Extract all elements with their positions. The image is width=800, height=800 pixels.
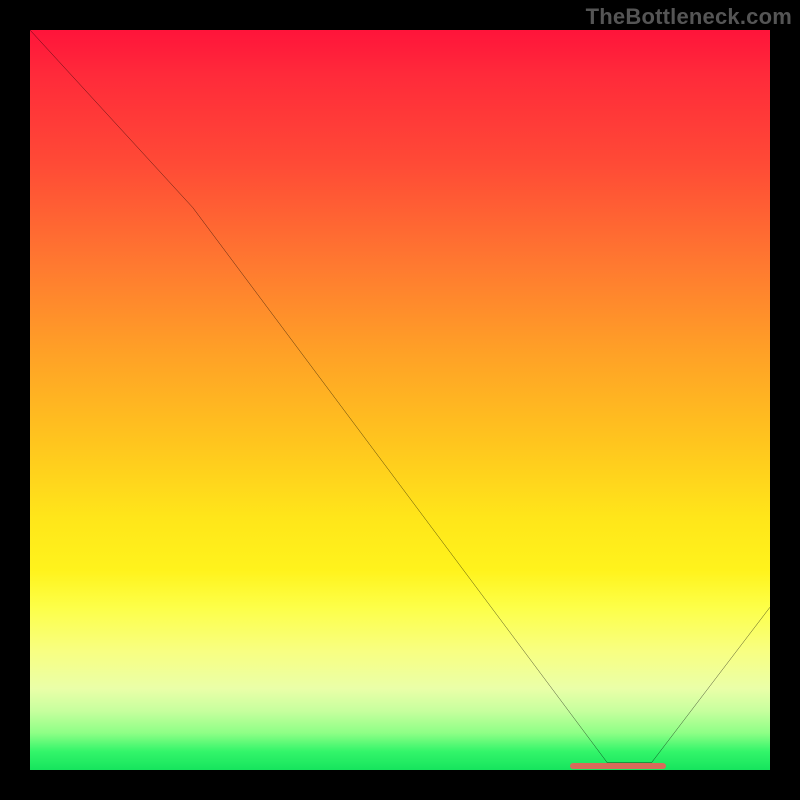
chart-frame: TheBottleneck.com (0, 0, 800, 800)
watermark-text: TheBottleneck.com (586, 4, 792, 30)
optimum-marker (570, 763, 666, 769)
plot-area (30, 30, 770, 770)
curve-path (30, 30, 770, 763)
bottleneck-curve (30, 30, 770, 770)
